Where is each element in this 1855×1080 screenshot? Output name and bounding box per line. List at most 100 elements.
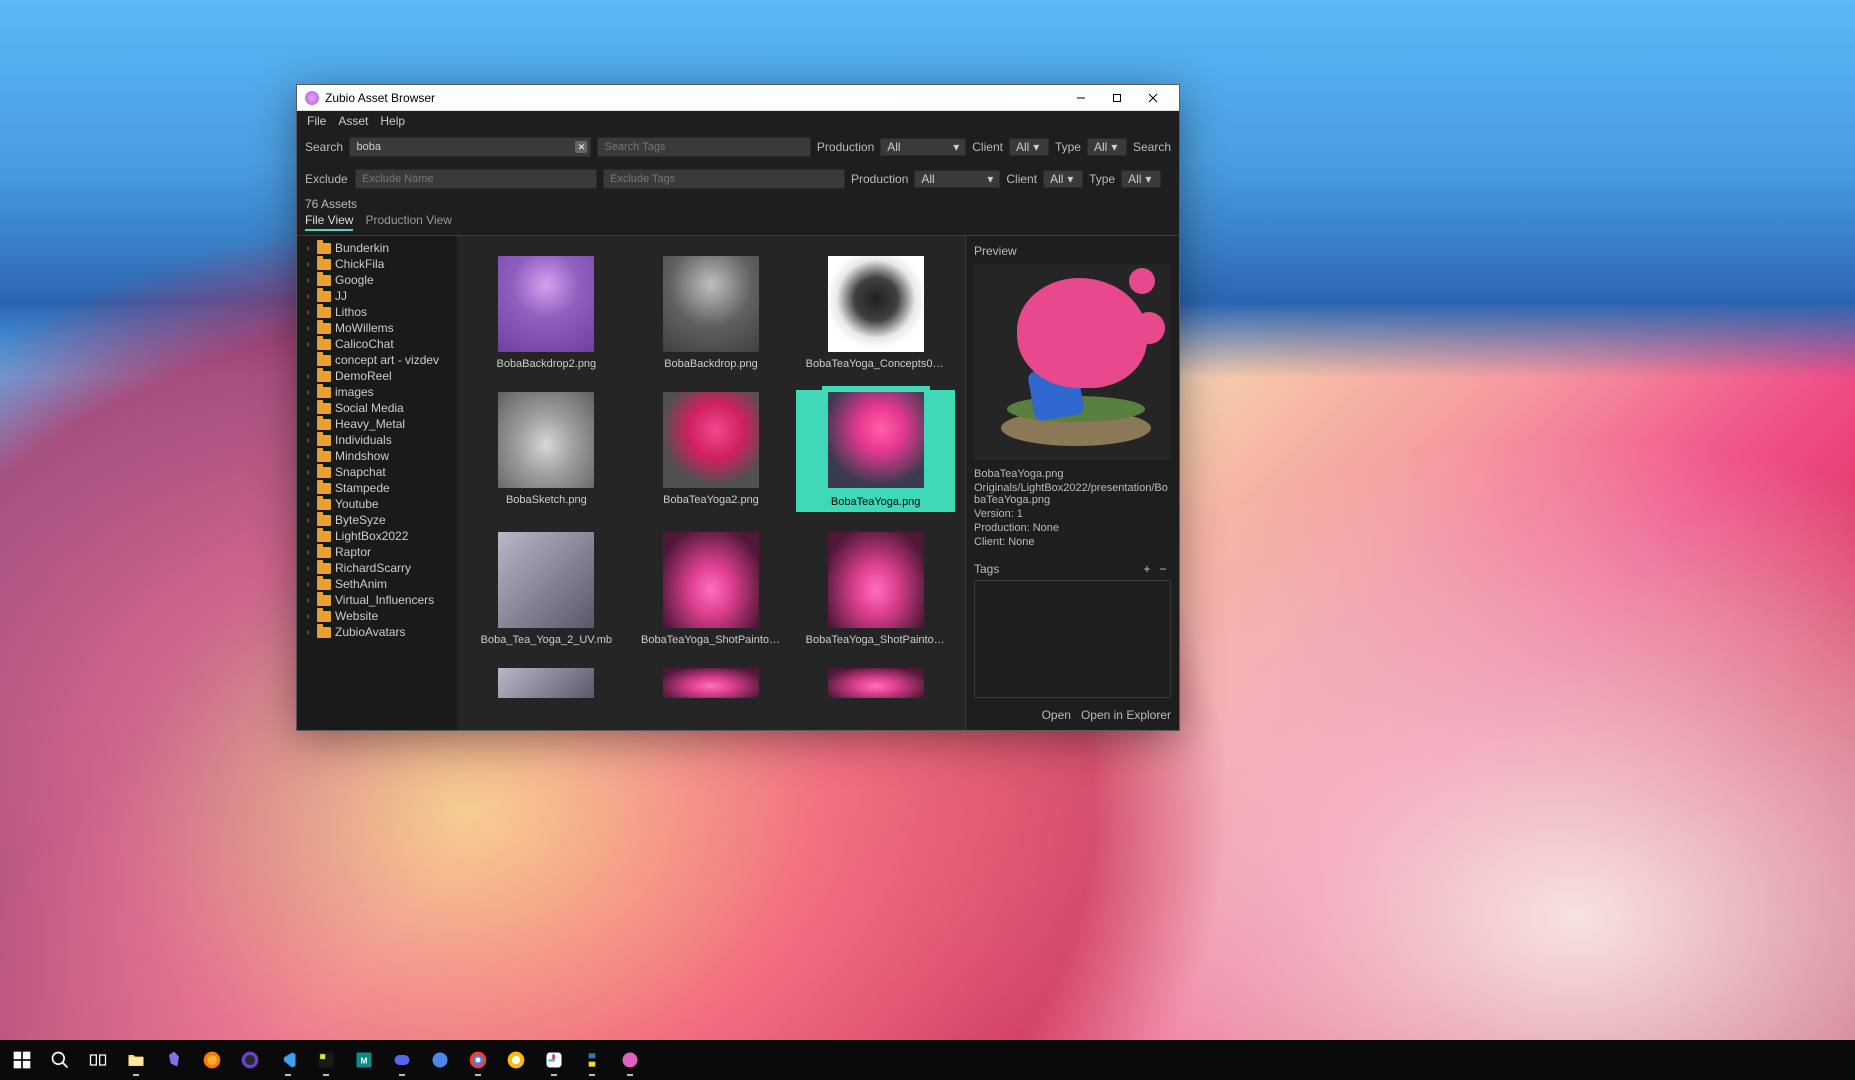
exclude-row: Exclude Production All▾ Client All▾ Type… — [297, 163, 1179, 195]
asset-item[interactable]: BobaTeaYoga_ShotPaintover_ — [632, 530, 791, 648]
search-tags-input[interactable] — [597, 137, 810, 157]
chevron-right-icon: › — [303, 387, 313, 398]
menu-file[interactable]: File — [301, 112, 332, 130]
file-explorer-icon[interactable] — [118, 1042, 154, 1078]
tree-item[interactable]: ›Youtube — [297, 496, 457, 512]
open-button[interactable]: Open — [1042, 708, 1071, 722]
tree-item[interactable]: ›CalicoChat — [297, 336, 457, 352]
asset-item[interactable]: BobaTeaYoga.png — [796, 390, 955, 512]
tree-item[interactable]: ›Raptor — [297, 544, 457, 560]
folder-tree[interactable]: ›Bunderkin›ChickFila›Google›JJ›Lithos›Mo… — [297, 236, 457, 730]
tree-item[interactable]: ›LightBox2022 — [297, 528, 457, 544]
chrome-icon[interactable] — [460, 1042, 496, 1078]
minimize-button[interactable] — [1063, 86, 1099, 110]
remove-tag-button[interactable]: − — [1155, 562, 1171, 576]
asset-item[interactable] — [467, 666, 626, 700]
clear-search-icon[interactable]: ✕ — [575, 141, 587, 153]
asset-item[interactable]: Boba_Tea_Yoga_2_UV.mb — [467, 530, 626, 648]
tree-item-label: Raptor — [335, 545, 371, 559]
chevron-right-icon: › — [303, 595, 313, 606]
discord-icon[interactable] — [384, 1042, 420, 1078]
python-icon[interactable] — [574, 1042, 610, 1078]
asset-item[interactable]: BobaTeaYoga_ShotPaintover_ — [796, 530, 955, 648]
slack-icon[interactable] — [536, 1042, 572, 1078]
chevron-right-icon: › — [303, 483, 313, 494]
obsidian-icon[interactable] — [156, 1042, 192, 1078]
tree-item[interactable]: ›Snapchat — [297, 464, 457, 480]
tree-item-label: Social Media — [335, 401, 404, 415]
tags-list[interactable] — [974, 580, 1171, 698]
exclude-name-input[interactable] — [355, 169, 597, 189]
production-label: Production — [817, 140, 874, 154]
folder-icon — [317, 531, 331, 542]
tree-item[interactable]: ›Heavy_Metal — [297, 416, 457, 432]
exclude-production-select[interactable]: All▾ — [914, 170, 1000, 188]
firefox-icon[interactable] — [194, 1042, 230, 1078]
asset-filename: BobaTeaYoga2.png — [663, 494, 759, 506]
tree-item[interactable]: ›Stampede — [297, 480, 457, 496]
maya-icon[interactable]: M — [346, 1042, 382, 1078]
zubio-app-icon[interactable] — [612, 1042, 648, 1078]
tree-item[interactable]: ›RichardScarry — [297, 560, 457, 576]
search-button[interactable]: Search — [1133, 140, 1171, 154]
tree-item[interactable]: ›ZubioAvatars — [297, 624, 457, 640]
folder-icon — [317, 243, 331, 254]
tab-production-view[interactable]: Production View — [365, 213, 452, 231]
asset-item[interactable]: BobaTeaYoga_Concepts03.pn — [796, 254, 955, 372]
asset-filename: BobaTeaYoga.png — [827, 494, 925, 510]
tree-item[interactable]: ›ByteSyze — [297, 512, 457, 528]
chevron-right-icon: › — [303, 451, 313, 462]
add-tag-button[interactable]: + — [1139, 562, 1155, 576]
open-in-explorer-button[interactable]: Open in Explorer — [1081, 708, 1171, 722]
tree-item[interactable]: ›Mindshow — [297, 448, 457, 464]
tree-item[interactable]: ›Individuals — [297, 432, 457, 448]
taskbar[interactable]: M — [0, 1040, 1855, 1080]
tree-item[interactable]: ›Bunderkin — [297, 240, 457, 256]
folder-icon — [317, 483, 331, 494]
exclude-client-select[interactable]: All▾ — [1043, 170, 1083, 188]
asset-item[interactable]: BobaBackdrop2.png — [467, 254, 626, 372]
asset-item[interactable]: BobaSketch.png — [467, 390, 626, 512]
tree-item[interactable]: ›Website — [297, 608, 457, 624]
tree-item[interactable]: ›Google — [297, 272, 457, 288]
maximize-button[interactable] — [1099, 86, 1135, 110]
menu-help[interactable]: Help — [374, 112, 411, 130]
close-button[interactable] — [1135, 86, 1171, 110]
production-select[interactable]: All▾ — [880, 138, 966, 156]
asset-item[interactable] — [632, 666, 791, 700]
start-button[interactable] — [4, 1042, 40, 1078]
search-icon[interactable] — [42, 1042, 78, 1078]
tree-item[interactable]: ›Lithos — [297, 304, 457, 320]
asset-grid[interactable]: BobaBackdrop2.pngBobaBackdrop.pngBobaTea… — [457, 236, 965, 730]
folder-icon — [317, 323, 331, 334]
chrome-canary-icon[interactable] — [498, 1042, 534, 1078]
tree-item[interactable]: ›MoWillems — [297, 320, 457, 336]
browser-icon[interactable] — [422, 1042, 458, 1078]
pycharm-icon[interactable] — [308, 1042, 344, 1078]
github-desktop-icon[interactable] — [232, 1042, 268, 1078]
menu-asset[interactable]: Asset — [332, 112, 374, 130]
search-input[interactable] — [349, 137, 591, 157]
tree-item[interactable]: ›ChickFila — [297, 256, 457, 272]
tree-item[interactable]: › Virtual_Influencers — [297, 592, 457, 608]
client-select[interactable]: All▾ — [1009, 138, 1049, 156]
tree-item[interactable]: ›SethAnim — [297, 576, 457, 592]
task-view-icon[interactable] — [80, 1042, 116, 1078]
tree-item[interactable]: ›JJ — [297, 288, 457, 304]
tree-item[interactable]: concept art - vizdev — [297, 352, 457, 368]
folder-icon — [317, 627, 331, 638]
tree-item[interactable]: ›DemoReel — [297, 368, 457, 384]
tree-item[interactable]: ›images — [297, 384, 457, 400]
type-select[interactable]: All▾ — [1087, 138, 1127, 156]
vscode-icon[interactable] — [270, 1042, 306, 1078]
titlebar[interactable]: Zubio Asset Browser — [297, 85, 1179, 111]
exclude-tags-input[interactable] — [603, 169, 845, 189]
tree-item-label: Virtual_Influencers — [335, 593, 434, 607]
tab-file-view[interactable]: File View — [305, 213, 353, 231]
exclude-type-select[interactable]: All▾ — [1121, 170, 1161, 188]
asset-item[interactable]: BobaTeaYoga2.png — [632, 390, 791, 512]
tree-item[interactable]: ›Social Media — [297, 400, 457, 416]
asset-item[interactable]: BobaBackdrop.png — [632, 254, 791, 372]
asset-thumbnail — [663, 256, 759, 352]
asset-item[interactable] — [796, 666, 955, 700]
